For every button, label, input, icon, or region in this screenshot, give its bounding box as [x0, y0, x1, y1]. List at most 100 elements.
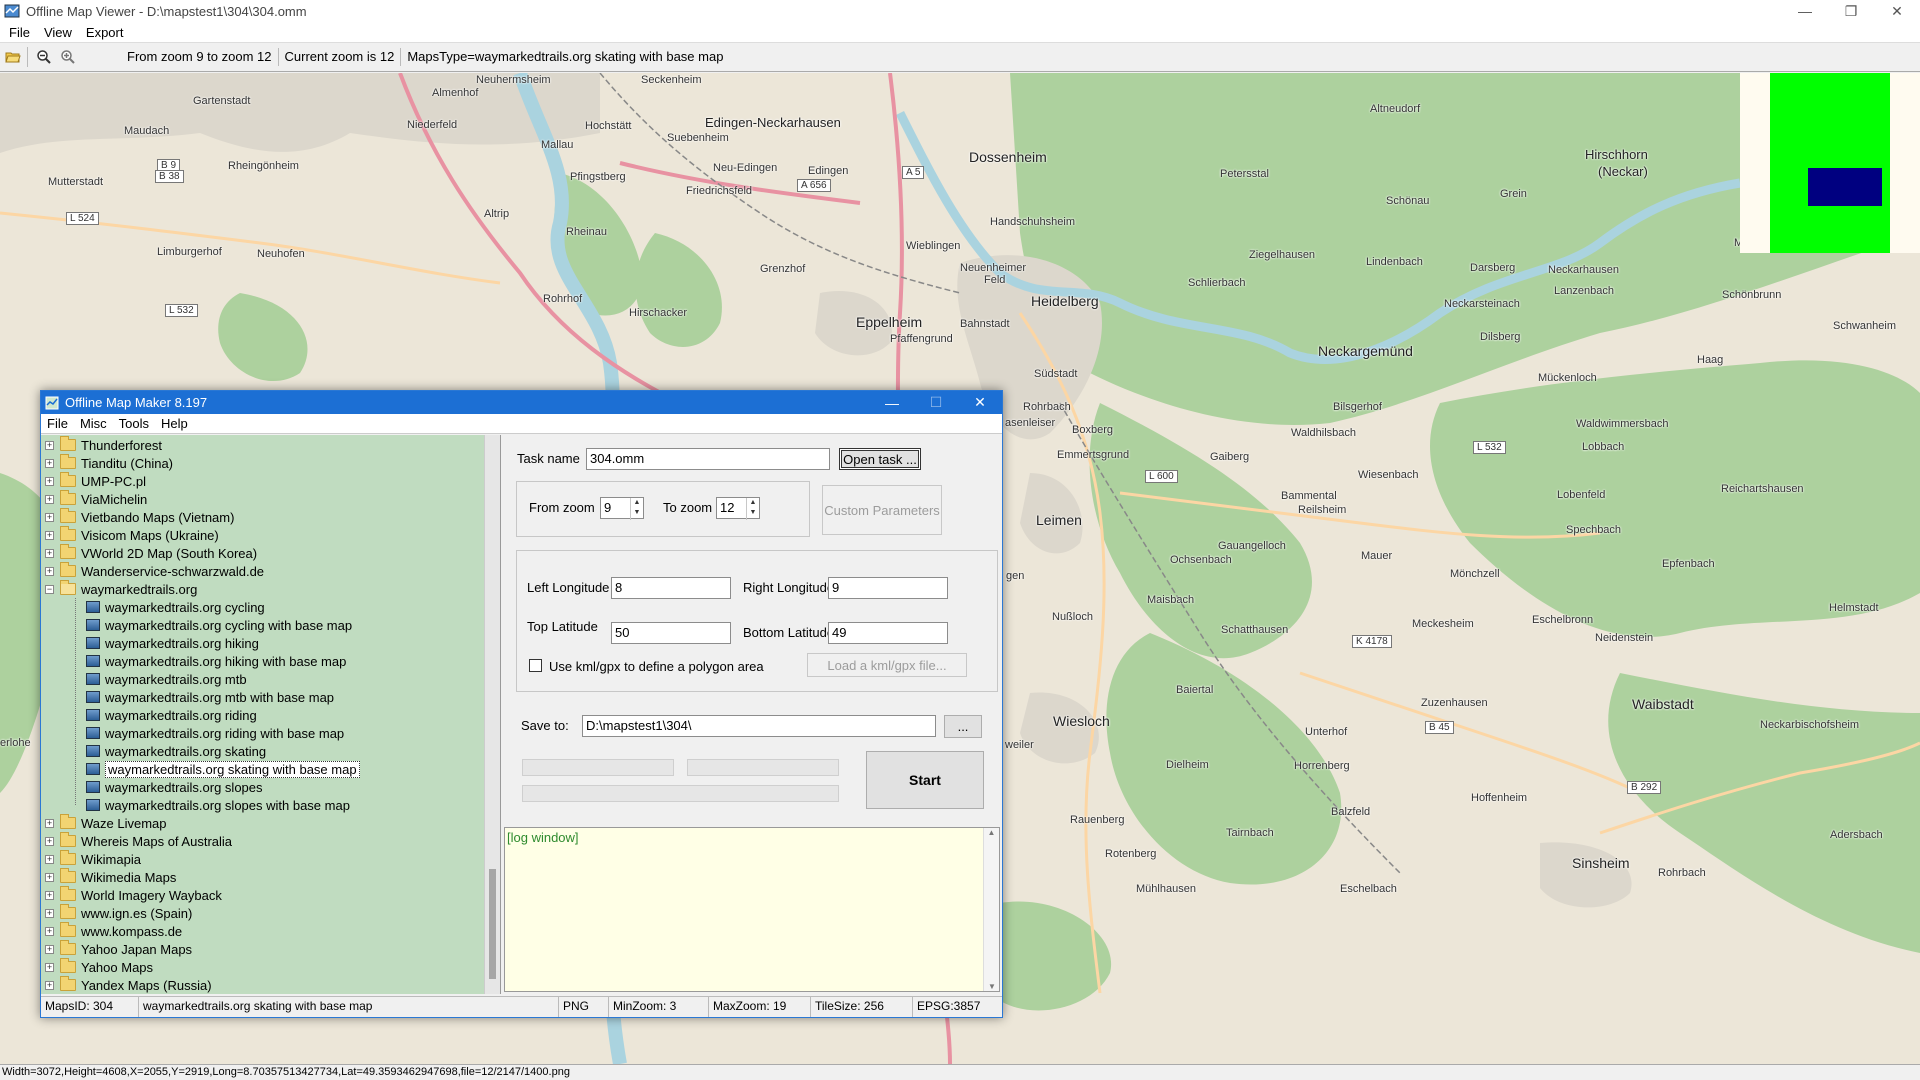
map-place-label: Eschelbach [1340, 883, 1397, 895]
zoom-out-button[interactable] [33, 46, 55, 68]
use-kml-checkbox[interactable] [529, 659, 542, 672]
tree-scrollbar[interactable] [484, 435, 500, 994]
dialog-close-button[interactable]: ✕ [958, 391, 1002, 414]
tree-folder-item[interactable]: + Waze Livemap [45, 814, 167, 832]
expand-icon[interactable]: + [45, 926, 54, 936]
expand-icon[interactable]: + [45, 818, 54, 828]
tree-map-item[interactable]: waymarkedtrails.org riding [86, 706, 257, 724]
maximize-button[interactable]: ❐ [1828, 0, 1874, 22]
overview-minimap[interactable] [1740, 73, 1920, 253]
tree-map-item[interactable]: waymarkedtrails.org skating with base ma… [86, 760, 360, 778]
tree-folder-item[interactable]: + www.ign.es (Spain) [45, 904, 192, 922]
expand-icon[interactable]: + [45, 872, 54, 882]
map-place-label: Waldwimmersbach [1576, 418, 1669, 430]
tree-map-item[interactable]: waymarkedtrails.org skating [86, 742, 266, 760]
zoom-in-button[interactable] [57, 46, 79, 68]
dialog-minimize-button[interactable]: — [870, 391, 914, 414]
tree-folder-item[interactable]: + VWorld 2D Map (South Korea) [45, 544, 257, 562]
start-button[interactable]: Start [866, 751, 984, 809]
tree-folder-item[interactable]: + Tianditu (China) [45, 454, 173, 472]
tree-folder-item[interactable]: + www.kompass.de [45, 922, 182, 940]
expand-icon[interactable]: + [45, 890, 54, 900]
dialog-menu-tools[interactable]: Tools [113, 416, 155, 431]
expand-icon[interactable]: + [45, 494, 54, 504]
tree-map-item[interactable]: waymarkedtrails.org slopes [86, 778, 263, 796]
expand-icon[interactable]: + [45, 440, 54, 450]
tree-map-item[interactable]: waymarkedtrails.org mtb [86, 670, 247, 688]
to-zoom-spinner[interactable]: 12 ▲ ▼ [716, 497, 760, 520]
left-longitude-input[interactable]: 8 [611, 577, 731, 599]
expand-icon[interactable]: + [45, 476, 54, 486]
tree-map-item[interactable]: waymarkedtrails.org cycling with base ma… [86, 616, 352, 634]
log-window[interactable]: [log window] ▲ ▼ [504, 827, 1000, 992]
menu-export[interactable]: Export [79, 25, 131, 40]
tree-folder-item[interactable]: + World Imagery Wayback [45, 886, 222, 904]
tree-folder-item[interactable]: + Yahoo Maps [45, 958, 153, 976]
progress-bar-tiles [522, 759, 674, 776]
tree-folder-item[interactable]: + Wikimedia Maps [45, 868, 176, 886]
expand-icon[interactable]: + [45, 530, 54, 540]
map-place-label: Limburgerhof [157, 246, 222, 258]
map-place-label: Wiesloch [1053, 713, 1110, 729]
dialog-title-bar[interactable]: Offline Map Maker 8.197 — ☐ ✕ [41, 391, 1002, 414]
task-name-input[interactable]: 304.omm [586, 448, 830, 470]
map-place-label: Meckesheim [1412, 618, 1474, 630]
tree-folder-item[interactable]: + Wanderservice-schwarzwald.de [45, 562, 264, 580]
expand-icon[interactable]: + [45, 836, 54, 846]
folder-icon [60, 472, 76, 487]
progress-bar-files [687, 759, 839, 776]
log-scrollbar[interactable]: ▲ ▼ [983, 828, 999, 991]
tree-folder-item[interactable]: + ViaMichelin [45, 490, 147, 508]
collapse-icon[interactable]: − [45, 584, 54, 594]
tree-map-item[interactable]: waymarkedtrails.org riding with base map [86, 724, 344, 742]
browse-folder-button[interactable]: ... [944, 715, 982, 738]
expand-icon[interactable]: + [45, 908, 54, 918]
open-task-button[interactable]: Open task ... [839, 448, 921, 470]
expand-icon[interactable]: + [45, 944, 54, 954]
road-number-shield: L 532 [1473, 441, 1506, 454]
top-latitude-input[interactable]: 50 [611, 622, 731, 644]
right-longitude-input[interactable]: 9 [828, 577, 948, 599]
save-to-input[interactable]: D:\mapstest1\304\ [582, 715, 936, 737]
expand-icon[interactable]: + [45, 566, 54, 576]
menu-file[interactable]: File [2, 25, 37, 40]
expand-icon[interactable]: + [45, 962, 54, 972]
tree-folder-item[interactable]: + Yahoo Japan Maps [45, 940, 192, 958]
tree-map-item[interactable]: waymarkedtrails.org slopes with base map [86, 796, 350, 814]
dialog-menu-misc[interactable]: Misc [74, 416, 113, 431]
from-zoom-spinner[interactable]: 9 ▲ ▼ [600, 497, 644, 520]
to-zoom-spin-arrows[interactable]: ▲ ▼ [746, 498, 759, 520]
expand-icon[interactable]: + [45, 458, 54, 468]
tree-folder-item[interactable]: + UMP-PC.pl [45, 472, 146, 490]
close-button[interactable]: ✕ [1874, 0, 1920, 22]
expand-icon[interactable]: + [45, 548, 54, 558]
dialog-maximize-button[interactable]: ☐ [914, 391, 958, 414]
tree-map-item[interactable]: waymarkedtrails.org cycling [86, 598, 265, 616]
tree-folder-item[interactable]: − waymarkedtrails.org [45, 580, 197, 598]
tree-map-item[interactable]: waymarkedtrails.org mtb with base map [86, 688, 334, 706]
expand-icon[interactable]: + [45, 854, 54, 864]
tree-folder-item[interactable]: + Yandex Maps (Russia) [45, 976, 212, 994]
minimize-button[interactable]: — [1782, 0, 1828, 22]
menu-view[interactable]: View [37, 25, 79, 40]
load-kml-button[interactable]: Load a kml/gpx file... [807, 653, 967, 677]
road-number-shield: L 600 [1145, 470, 1178, 483]
tree-folder-item[interactable]: + Thunderforest [45, 436, 162, 454]
expand-icon[interactable]: + [45, 512, 54, 522]
expand-icon[interactable]: + [45, 980, 54, 990]
tree-folder-item[interactable]: + Vietbando Maps (Vietnam) [45, 508, 234, 526]
tree-folder-item[interactable]: + Wikimapia [45, 850, 141, 868]
overview-area [1770, 73, 1890, 253]
bottom-latitude-input[interactable]: 49 [828, 622, 948, 644]
tree-map-item[interactable]: waymarkedtrails.org hiking [86, 634, 259, 652]
tree-folder-item[interactable]: + Whereis Maps of Australia [45, 832, 232, 850]
dialog-menu-file[interactable]: File [41, 416, 74, 431]
map-source-tree[interactable]: + Thunderforest + Tianditu (China) + UMP-PC.p… [41, 435, 501, 994]
open-folder-button[interactable] [2, 46, 24, 68]
tree-folder-item[interactable]: + Visicom Maps (Ukraine) [45, 526, 219, 544]
tree-map-item[interactable]: waymarkedtrails.org hiking with base map [86, 652, 346, 670]
custom-parameters-button[interactable]: Custom Parameters [822, 485, 942, 535]
from-zoom-spin-arrows[interactable]: ▲ ▼ [630, 498, 643, 520]
dialog-menu-help[interactable]: Help [155, 416, 194, 431]
tree-scrollbar-thumb[interactable] [489, 869, 496, 979]
